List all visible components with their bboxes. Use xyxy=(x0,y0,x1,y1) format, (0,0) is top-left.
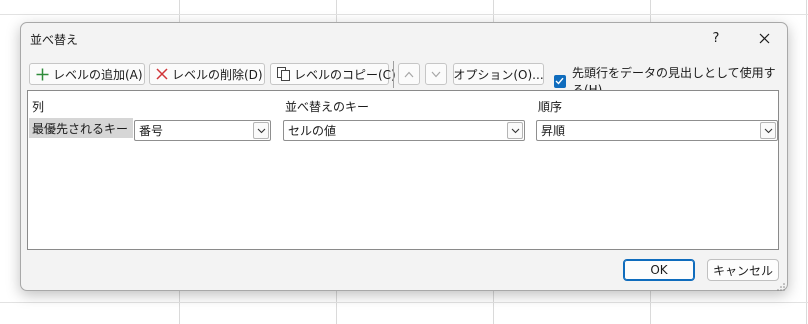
chevron-down-icon[interactable] xyxy=(760,122,776,139)
arrow-down-icon xyxy=(431,71,441,78)
options-button[interactable]: オプション(O)... xyxy=(453,63,544,85)
add-level-button[interactable]: レベルの追加(A) xyxy=(29,63,145,85)
plus-icon xyxy=(36,68,49,81)
chevron-down-icon[interactable] xyxy=(253,122,269,139)
cancel-button[interactable]: キャンセル xyxy=(707,259,779,281)
resize-grip-icon[interactable] xyxy=(777,280,785,291)
delete-level-button[interactable]: レベルの削除(D) xyxy=(149,63,265,85)
sort-level-row-label[interactable]: 最優先されるキー xyxy=(29,118,133,138)
ok-button[interactable]: OK xyxy=(623,259,695,281)
close-icon xyxy=(759,33,770,44)
sort-on-select[interactable]: セルの値 xyxy=(283,120,525,141)
copy-icon xyxy=(277,67,290,81)
options-label: オプション(O)... xyxy=(453,67,544,82)
move-up-button[interactable] xyxy=(398,63,420,85)
column-header-column: 列 xyxy=(32,100,45,114)
checkmark-icon[interactable] xyxy=(554,74,566,88)
add-level-label: レベルの追加(A) xyxy=(53,67,143,82)
sort-order-value: 昇順 xyxy=(541,124,566,138)
toolbar-separator xyxy=(393,61,394,88)
dialog-title: 並べ替え xyxy=(30,33,79,47)
delete-x-icon xyxy=(156,68,168,80)
sort-column-select[interactable]: 番号 xyxy=(134,120,271,141)
arrow-up-icon xyxy=(404,71,414,78)
sort-column-value: 番号 xyxy=(139,124,164,138)
close-button[interactable] xyxy=(749,26,779,50)
sort-dialog: 並べ替え ? レベルの追加(A) レベルの削除(D) レベルのコピー(C) オプ… xyxy=(20,22,788,291)
sort-on-value: セルの値 xyxy=(288,124,337,138)
column-header-order: 順序 xyxy=(538,100,563,114)
help-button[interactable]: ? xyxy=(701,26,731,50)
column-header-sort-on: 並べ替えのキー xyxy=(285,100,370,114)
sort-order-select[interactable]: 昇順 xyxy=(536,120,778,141)
copy-level-button[interactable]: レベルのコピー(C) xyxy=(270,63,396,85)
move-down-button[interactable] xyxy=(425,63,447,85)
delete-level-label: レベルの削除(D) xyxy=(172,67,263,82)
sort-levels-list: 列 並べ替えのキー 順序 最優先されるキー 番号 セルの値 昇順 xyxy=(27,90,779,250)
copy-level-label: レベルのコピー(C) xyxy=(294,67,396,82)
chevron-down-icon[interactable] xyxy=(507,122,523,139)
